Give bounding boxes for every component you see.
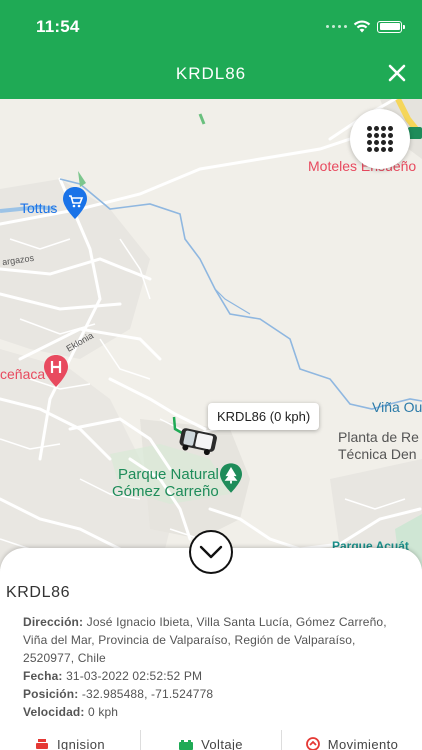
fecha-row: Fecha: 31-03-2022 02:52:52 PM	[23, 667, 408, 685]
status-bar: 11:54	[0, 17, 422, 39]
vehicle-name: KRDL86	[6, 584, 71, 601]
movement-icon	[305, 737, 320, 750]
direccion-row: Dirección: José Ignacio Ibieta, Villa Sa…	[23, 613, 408, 667]
top-bar: 11:54 KRDL86	[0, 0, 422, 99]
chevron-down-icon	[199, 545, 223, 559]
posicion-label: Posición:	[23, 687, 79, 701]
status-time: 11:54	[36, 17, 80, 36]
battery-icon	[377, 20, 405, 33]
map-label-planta-line2: Técnica Den	[338, 446, 417, 462]
direccion-label: Dirección:	[23, 615, 84, 629]
tab-ignision[interactable]: Ignision	[0, 730, 141, 750]
tab-movimiento-label: Movimiento	[327, 737, 399, 750]
velocidad-row: Velocidad: 0 kph	[23, 703, 408, 721]
map-label-vina: Viña Ou	[372, 399, 422, 415]
tab-movimiento[interactable]: Movimiento	[282, 730, 422, 750]
ignition-icon	[35, 739, 48, 749]
fecha-label: Fecha:	[23, 669, 63, 683]
grid-dots-icon	[367, 126, 393, 152]
shopping-cart-marker-icon[interactable]	[63, 187, 87, 219]
vehicle-info: Dirección: José Ignacio Ibieta, Villa Sa…	[23, 613, 408, 721]
status-icons	[326, 20, 405, 33]
velocidad-label: Velocidad:	[23, 705, 85, 719]
posicion-row: Posición: -32.985488, -71.524778	[23, 685, 408, 703]
vehicle-info-bubble[interactable]: KRDL86 (0 kph)	[208, 403, 320, 430]
hospital-marker-icon[interactable]	[44, 355, 68, 387]
signal-icon	[326, 25, 347, 28]
page-title: KRDL86	[175, 64, 247, 83]
velocidad-value: 0 kph	[88, 705, 119, 719]
tab-ignision-label: Ignision	[56, 737, 105, 750]
wifi-icon	[353, 20, 371, 33]
map-label-parque-line2: Gómez Carreño	[112, 483, 219, 500]
tab-voltaje-label: Voltaje	[201, 737, 243, 750]
fecha-value: 31-03-2022 02:52:52 PM	[66, 669, 203, 683]
status-tabs: Ignision Voltaje Movimiento	[0, 730, 422, 750]
battery-icon	[179, 740, 194, 750]
grid-menu-button[interactable]	[350, 109, 410, 169]
posicion-value: -32.985488, -71.524778	[81, 687, 214, 701]
close-icon[interactable]	[386, 62, 408, 84]
map-view[interactable]: Tottus Moteles Ensueño argazos Eklonia c…	[0, 99, 422, 569]
map-label-renaca: ceñaca	[0, 366, 46, 382]
map-label-planta-line1: Planta de Re	[338, 429, 419, 445]
collapse-sheet-button[interactable]	[189, 530, 233, 574]
map-label-parque-line1: Parque Natural	[118, 466, 219, 483]
park-marker-icon[interactable]	[220, 463, 242, 493]
map-label-tottus: Tottus	[20, 200, 58, 216]
tab-voltaje[interactable]: Voltaje	[141, 730, 282, 750]
vehicle-marker-icon[interactable]	[172, 415, 220, 455]
